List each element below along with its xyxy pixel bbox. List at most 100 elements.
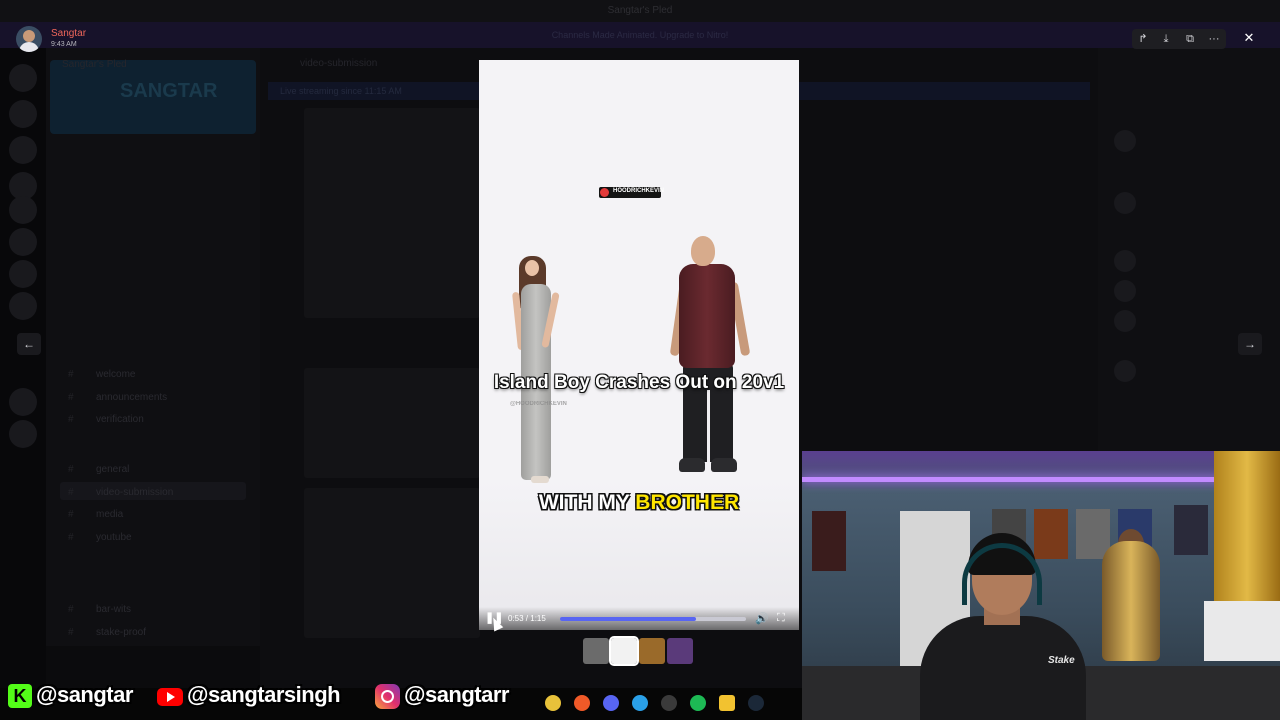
media-thumbnail[interactable]	[639, 638, 665, 664]
chat-attachment[interactable]	[304, 108, 480, 318]
fullscreen-icon[interactable]: ⛶	[777, 612, 785, 625]
hash-icon: #	[68, 414, 74, 425]
youtube-play-icon	[167, 692, 175, 702]
man-shoe	[679, 458, 705, 472]
webcam-overlay: Stake	[802, 451, 1280, 720]
media-thumbnail[interactable]	[667, 638, 693, 664]
channel-item[interactable]: welcome	[96, 369, 135, 380]
avatar-body	[19, 42, 39, 52]
server-icon[interactable]	[9, 196, 37, 224]
author-name[interactable]: Sangtar	[51, 28, 86, 39]
led-strip	[802, 477, 1280, 482]
youtube-handle: @sangtarsingh	[187, 682, 341, 707]
channel-item[interactable]: verification	[96, 414, 144, 425]
chat-attachment[interactable]	[304, 368, 480, 478]
man-shoe	[711, 458, 737, 472]
previous-media-button[interactable]: ←	[17, 333, 41, 355]
open-external-icon[interactable]: ⧉	[1180, 30, 1200, 48]
next-media-button[interactable]: →	[1238, 333, 1262, 355]
wall-poster	[812, 511, 846, 571]
nitro-notice-text: Channels Made Animated. Upgrade to Nitro…	[551, 30, 729, 40]
watermark-badge: HOODRICHKEVIN	[599, 187, 665, 198]
title-bar: Sangtar's Pled	[0, 0, 1280, 22]
woman-face	[525, 260, 539, 276]
channel-item[interactable]: video-submission	[96, 487, 173, 498]
server-name[interactable]: Sangtar's Pled	[62, 59, 127, 70]
channel-header: video-submission	[300, 58, 378, 69]
seek-bar-progress	[560, 617, 696, 621]
hash-icon: #	[68, 532, 74, 543]
server-icon[interactable]	[9, 64, 37, 92]
member-avatar[interactable]	[1114, 280, 1136, 302]
whiteboard	[1204, 601, 1280, 661]
hash-icon: #	[68, 509, 74, 520]
channel-item[interactable]: announcements	[96, 392, 167, 403]
edge-icon[interactable]	[632, 695, 648, 711]
channel-item[interactable]: youtube	[96, 532, 132, 543]
video-caption-title: Island Boy Crashes Out on 20v1	[493, 372, 785, 393]
chat-attachment[interactable]	[304, 488, 480, 638]
server-icon[interactable]	[9, 100, 37, 128]
hash-icon: #	[68, 369, 74, 380]
hash-icon: #	[68, 604, 74, 615]
media-thumbnail[interactable]	[583, 638, 609, 664]
chrome-icon[interactable]	[545, 695, 561, 711]
statue-figure	[1102, 541, 1160, 661]
forward-icon[interactable]: ↱	[1133, 30, 1153, 48]
avatar[interactable]	[16, 26, 42, 52]
server-icon[interactable]	[9, 292, 37, 320]
caption-lyric-highlight: BROTHER	[635, 491, 740, 514]
folder-icon[interactable]	[719, 695, 735, 711]
server-banner-title: SANGTAR	[120, 80, 218, 102]
nitro-notice: Channels Made Animated. Upgrade to Nitro…	[0, 22, 1280, 48]
kick-logo-icon: K	[8, 684, 32, 708]
wall-poster	[1034, 509, 1068, 559]
member-avatar[interactable]	[1114, 250, 1136, 272]
discord-icon[interactable]	[603, 695, 619, 711]
brave-icon[interactable]	[574, 695, 590, 711]
server-icon[interactable]	[9, 260, 37, 288]
channel-item[interactable]: bar-wits	[96, 604, 131, 615]
server-icon[interactable]	[9, 388, 37, 416]
spotify-icon[interactable]	[690, 695, 706, 711]
channel-item[interactable]: stake-proof	[96, 627, 146, 638]
instagram-handle: @sangtarr	[404, 682, 509, 707]
shirt-logo: Stake	[1048, 655, 1075, 666]
video-caption-lyric: WITH MY BROTHER	[479, 491, 799, 515]
member-avatar[interactable]	[1114, 130, 1136, 152]
channel-item[interactable]: general	[96, 464, 129, 475]
window-title: Sangtar's Pled	[607, 5, 673, 16]
steam-icon[interactable]	[748, 695, 764, 711]
man-pants-gap	[707, 390, 710, 462]
server-icon[interactable]	[9, 228, 37, 256]
wall-poster	[1174, 505, 1208, 555]
member-avatar[interactable]	[1114, 360, 1136, 382]
kick-handle: @sangtar	[36, 682, 133, 707]
avatar-head	[23, 30, 35, 42]
hash-icon: #	[68, 392, 74, 403]
server-icon[interactable]	[9, 136, 37, 164]
post-time: 9:43 AM	[51, 41, 77, 48]
channel-column	[46, 48, 260, 688]
instagram-lens-icon	[381, 690, 394, 703]
woman-shoe	[531, 476, 549, 483]
more-options-icon[interactable]: ···	[1204, 30, 1224, 48]
member-avatar[interactable]	[1114, 192, 1136, 214]
seek-bar[interactable]	[560, 617, 746, 621]
channel-item[interactable]: media	[96, 509, 123, 520]
member-avatar[interactable]	[1114, 310, 1136, 332]
hash-icon: #	[68, 464, 74, 475]
watermark-logo-icon	[600, 188, 609, 197]
video-player[interactable]: HOODRICHKEVIN @HOODRICHKEVIN Island Boy …	[479, 60, 799, 630]
close-viewer-button[interactable]: ✕	[1238, 27, 1260, 49]
volume-icon[interactable]: 🔊	[755, 612, 769, 625]
hash-icon: #	[68, 487, 74, 498]
watermark-text: HOODRICHKEVIN	[613, 188, 665, 194]
gold-curtain	[1214, 451, 1280, 601]
server-icon[interactable]	[9, 420, 37, 448]
media-thumbnail[interactable]	[609, 636, 639, 666]
man-vest	[679, 264, 735, 368]
streamer-body	[920, 616, 1086, 720]
obs-icon[interactable]	[661, 695, 677, 711]
download-icon[interactable]: ⤓	[1156, 30, 1176, 48]
